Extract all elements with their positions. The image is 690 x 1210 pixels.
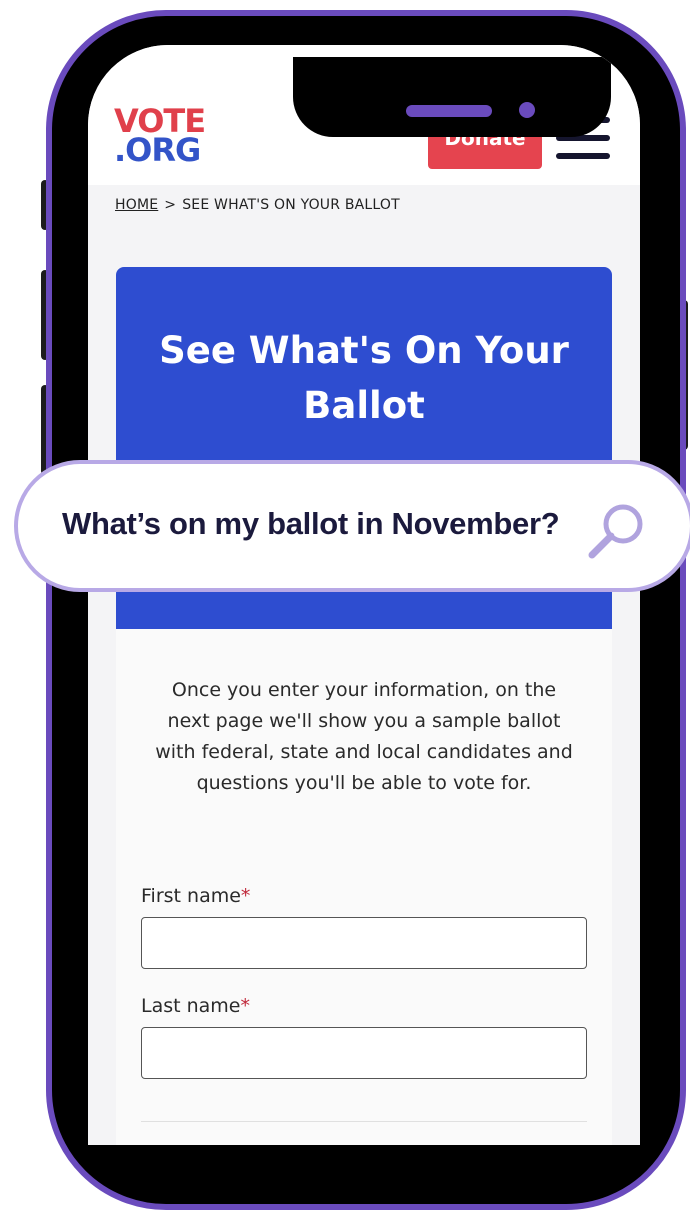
first-name-label: First name* — [141, 885, 250, 907]
breadcrumb-separator: > — [164, 197, 177, 213]
vote-org-logo[interactable]: VOTE .ORG — [114, 105, 206, 169]
intro-text: Once you enter your information, on the … — [155, 679, 573, 794]
first-name-input[interactable] — [141, 917, 587, 969]
logo-line-2: .ORG — [114, 131, 201, 169]
page-title-line-2: Ballot — [303, 384, 425, 427]
breadcrumb: HOME > SEE WHAT'S ON YOUR BALLOT — [115, 197, 400, 213]
page-title-line-1: See What's On Your — [159, 329, 569, 372]
divider — [141, 1121, 587, 1122]
phone-notch — [293, 57, 611, 137]
last-name-input[interactable] — [141, 1027, 587, 1079]
notch-speaker — [406, 105, 492, 117]
required-marker: * — [240, 995, 251, 1017]
notch-camera — [519, 102, 535, 118]
breadcrumb-current: SEE WHAT'S ON YOUR BALLOT — [182, 197, 400, 213]
search-bar[interactable]: What’s on my ballot in November? — [14, 460, 690, 592]
last-name-label: Last name* — [141, 995, 250, 1017]
last-name-label-text: Last name — [141, 995, 241, 1017]
required-marker: * — [240, 885, 251, 907]
page-title: See What's On Your Ballot — [116, 323, 612, 433]
search-query-text: What’s on my ballot in November? — [62, 506, 560, 541]
search-icon[interactable] — [586, 500, 648, 562]
first-name-label-text: First name — [141, 885, 241, 907]
breadcrumb-home-link[interactable]: HOME — [115, 197, 158, 213]
menu-bar — [556, 153, 610, 159]
phone-screen: VOTE .ORG Donate HOME > SEE WHAT'S ON YOUR… — [88, 45, 640, 1145]
